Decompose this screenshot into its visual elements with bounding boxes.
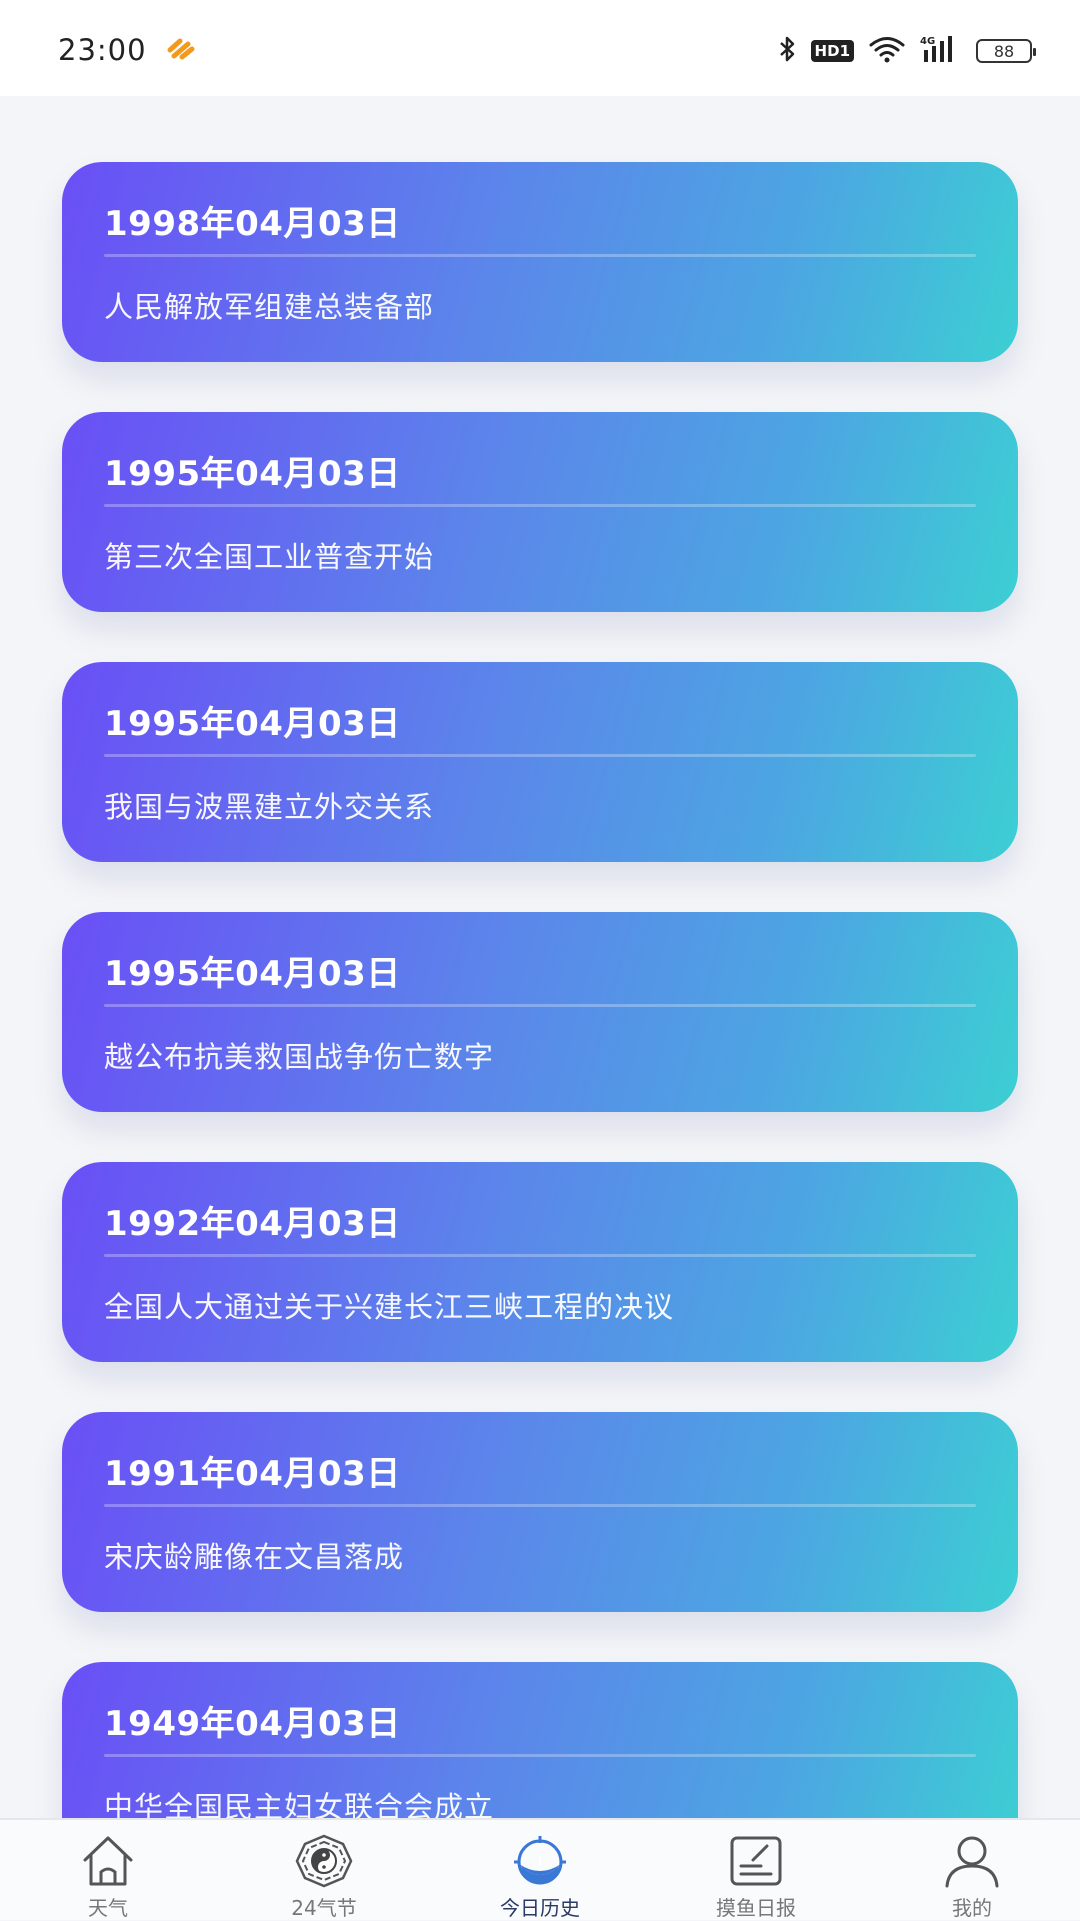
- card-divider: [104, 1504, 976, 1507]
- card-divider: [104, 1754, 976, 1757]
- cellular-signal-icon: 4G: [920, 34, 962, 68]
- history-feed[interactable]: 1998年04月03日 人民解放军组建总装备部 1995年04月03日 第三次全…: [0, 96, 1080, 1818]
- status-time: 23:00: [58, 33, 147, 67]
- history-card[interactable]: 1995年04月03日 第三次全国工业普查开始: [62, 412, 1018, 612]
- event-title: 第三次全国工业普查开始: [104, 540, 435, 574]
- hd-badge: HD1: [810, 40, 854, 62]
- event-title: 我国与波黑建立外交关系: [104, 790, 435, 824]
- notepad-icon: [727, 1834, 785, 1888]
- tab-label: 我的: [952, 1896, 992, 1920]
- tab-label: 24气节: [291, 1896, 357, 1920]
- event-title: 越公布抗美救国战争伤亡数字: [104, 1040, 495, 1074]
- history-card[interactable]: 1998年04月03日 人民解放军组建总装备部: [62, 162, 1018, 362]
- card-divider: [104, 254, 976, 257]
- event-date: 1949年04月03日: [104, 1704, 401, 1744]
- card-divider: [104, 1004, 976, 1007]
- house-icon: [79, 1834, 137, 1888]
- event-date: 1998年04月03日: [104, 204, 401, 244]
- status-bar: 23:00 HD1 4G 88: [0, 0, 1080, 96]
- card-divider: [104, 754, 976, 757]
- tab-label: 天气: [88, 1896, 128, 1920]
- history-card[interactable]: 1995年04月03日 越公布抗美救国战争伤亡数字: [62, 912, 1018, 1112]
- event-date: 1995年04月03日: [104, 954, 401, 994]
- history-card[interactable]: 1992年04月03日 全国人大通过关于兴建长江三峡工程的决议: [62, 1162, 1018, 1362]
- event-title: 宋庆龄雕像在文昌落成: [104, 1540, 405, 1574]
- event-date: 1992年04月03日: [104, 1204, 401, 1244]
- event-title: 中华全国民主妇女联合会成立: [104, 1790, 495, 1818]
- card-divider: [104, 504, 976, 507]
- history-card[interactable]: 1991年04月03日 宋庆龄雕像在文昌落成: [62, 1412, 1018, 1612]
- history-card[interactable]: 1995年04月03日 我国与波黑建立外交关系: [62, 662, 1018, 862]
- bagua-icon: [295, 1834, 353, 1888]
- wifi-icon: [868, 35, 906, 67]
- tab-today-history[interactable]: 今日历史: [432, 1820, 648, 1920]
- tab-label: 摸鱼日报: [716, 1896, 796, 1920]
- bluetooth-icon: [777, 35, 797, 67]
- tab-weather[interactable]: 天气: [0, 1820, 216, 1920]
- event-title: 全国人大通过关于兴建长江三峡工程的决议: [104, 1290, 675, 1324]
- event-date: 1991年04月03日: [104, 1454, 401, 1494]
- battery-icon: 88: [976, 39, 1036, 63]
- card-divider: [104, 1254, 976, 1257]
- history-globe-icon: [511, 1834, 569, 1888]
- app-notification-icon: [166, 38, 196, 64]
- user-icon: [943, 1834, 1001, 1888]
- tab-solar-terms[interactable]: 24气节: [216, 1820, 432, 1920]
- event-date: 1995年04月03日: [104, 454, 401, 494]
- svg-text:4G: 4G: [920, 36, 935, 47]
- bottom-tab-bar: 天气 24气节 今日历史 摸鱼日报 我的: [0, 1818, 1080, 1920]
- tab-daily-report[interactable]: 摸鱼日报: [648, 1820, 864, 1920]
- tab-profile[interactable]: 我的: [864, 1820, 1080, 1920]
- event-title: 人民解放军组建总装备部: [104, 290, 435, 324]
- tab-label: 今日历史: [500, 1896, 580, 1920]
- history-card[interactable]: 1949年04月03日 中华全国民主妇女联合会成立: [62, 1662, 1018, 1818]
- event-date: 1995年04月03日: [104, 704, 401, 744]
- status-icons: HD1 4G 88: [777, 34, 1036, 68]
